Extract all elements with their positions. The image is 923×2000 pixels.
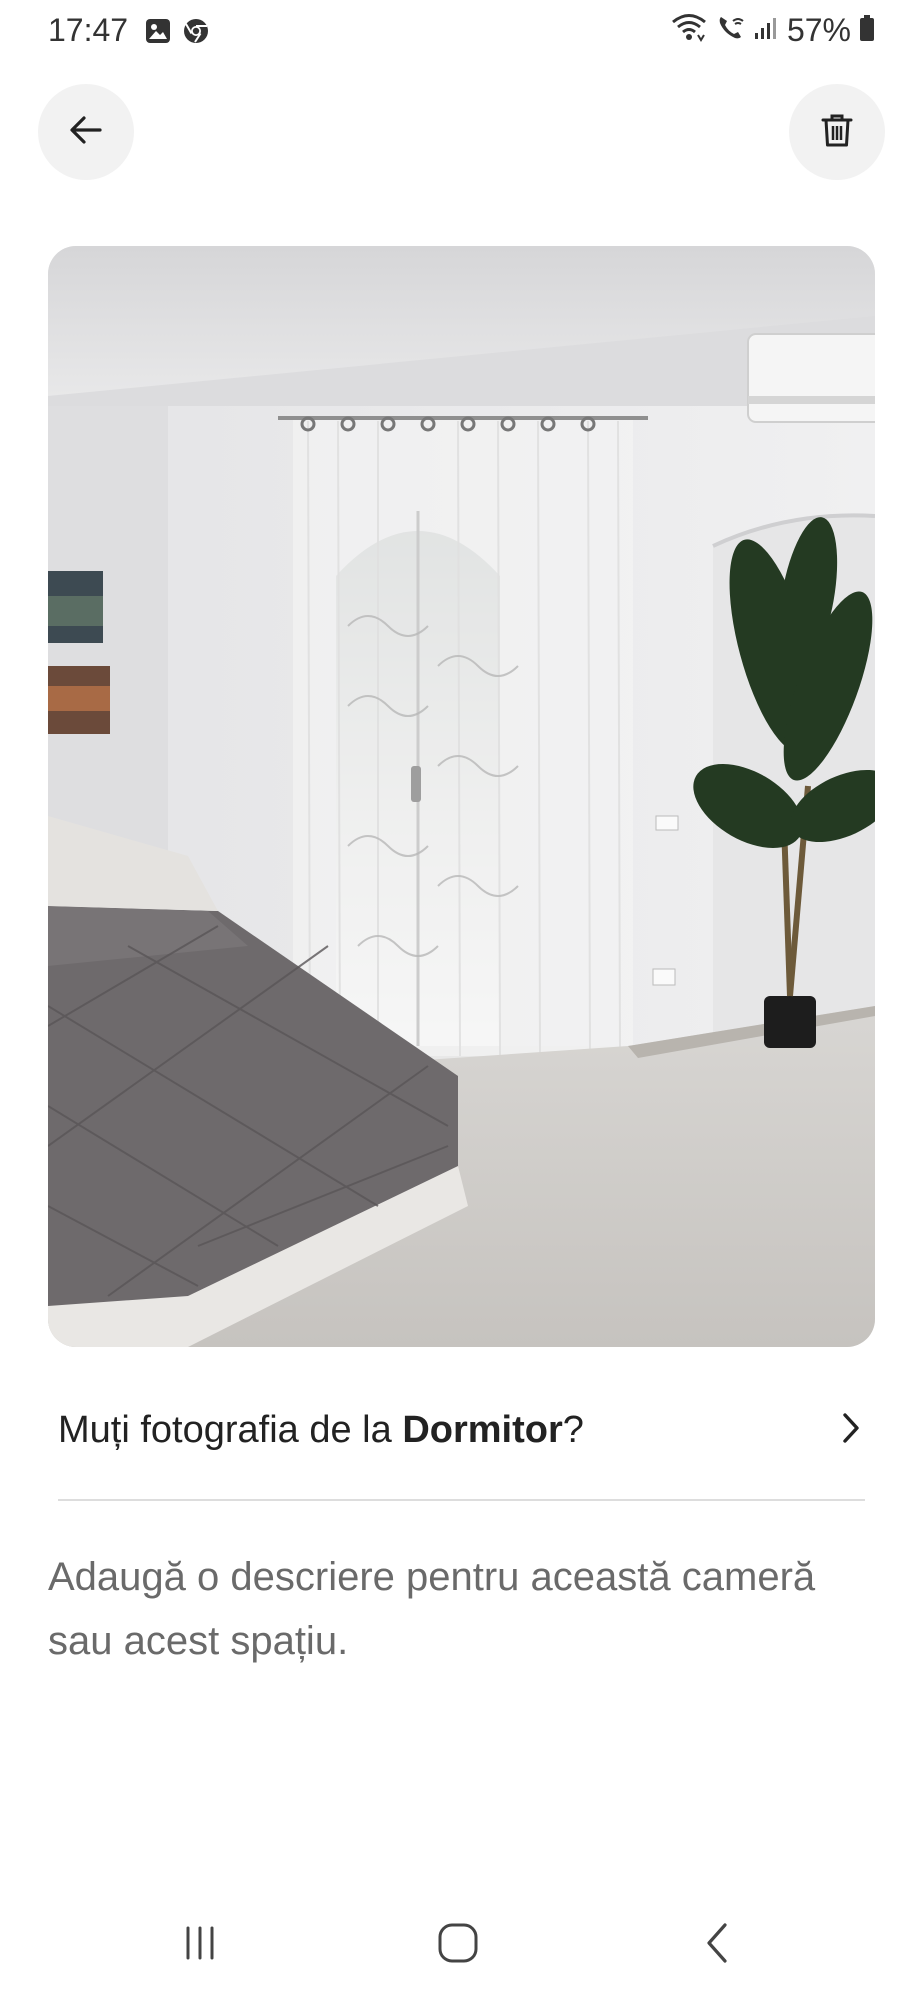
arrow-left-icon xyxy=(66,110,106,155)
navigation-bar xyxy=(0,1890,923,2000)
battery-percent: 57% xyxy=(786,12,851,48)
system-icons: 57% xyxy=(671,12,875,49)
gallery-icon xyxy=(145,18,171,49)
room-photo[interactable] xyxy=(48,246,875,1347)
battery-icon xyxy=(859,14,875,47)
status-bar: 17:47 57% xyxy=(0,0,923,70)
back-icon xyxy=(699,1921,735,1970)
delete-button[interactable] xyxy=(789,84,885,180)
home-icon xyxy=(436,1921,480,1970)
move-photo-suffix: ? xyxy=(562,1408,584,1451)
bedroom-photo-image xyxy=(48,246,875,1347)
move-photo-row[interactable]: Muți fotografia de la Dormitor? xyxy=(58,1390,865,1470)
divider xyxy=(58,1499,865,1501)
signal-icon xyxy=(753,15,779,46)
move-photo-prefix: Muți fotografia de la xyxy=(58,1408,403,1451)
wifi-icon xyxy=(671,13,707,48)
chrome-icon xyxy=(183,18,209,49)
recent-apps-icon xyxy=(180,1923,220,1968)
move-photo-text: Muți fotografia de la Dormitor? xyxy=(58,1409,584,1452)
nav-back-button[interactable] xyxy=(677,1910,757,1980)
notification-icons xyxy=(145,18,209,49)
screen: 17:47 57% Muți fotografia de la Dormitor… xyxy=(0,0,923,2000)
description-input[interactable]: Adaugă o descriere pentru această cameră… xyxy=(48,1545,875,1673)
recent-apps-button[interactable] xyxy=(160,1910,240,1980)
home-button[interactable] xyxy=(418,1910,498,1980)
chevron-right-icon xyxy=(835,1411,865,1450)
current-room-name: Dormitor xyxy=(402,1408,563,1451)
status-time: 17:47 xyxy=(48,12,129,48)
wifi-call-icon xyxy=(715,13,745,48)
back-button[interactable] xyxy=(38,84,134,180)
trash-icon xyxy=(817,110,857,155)
